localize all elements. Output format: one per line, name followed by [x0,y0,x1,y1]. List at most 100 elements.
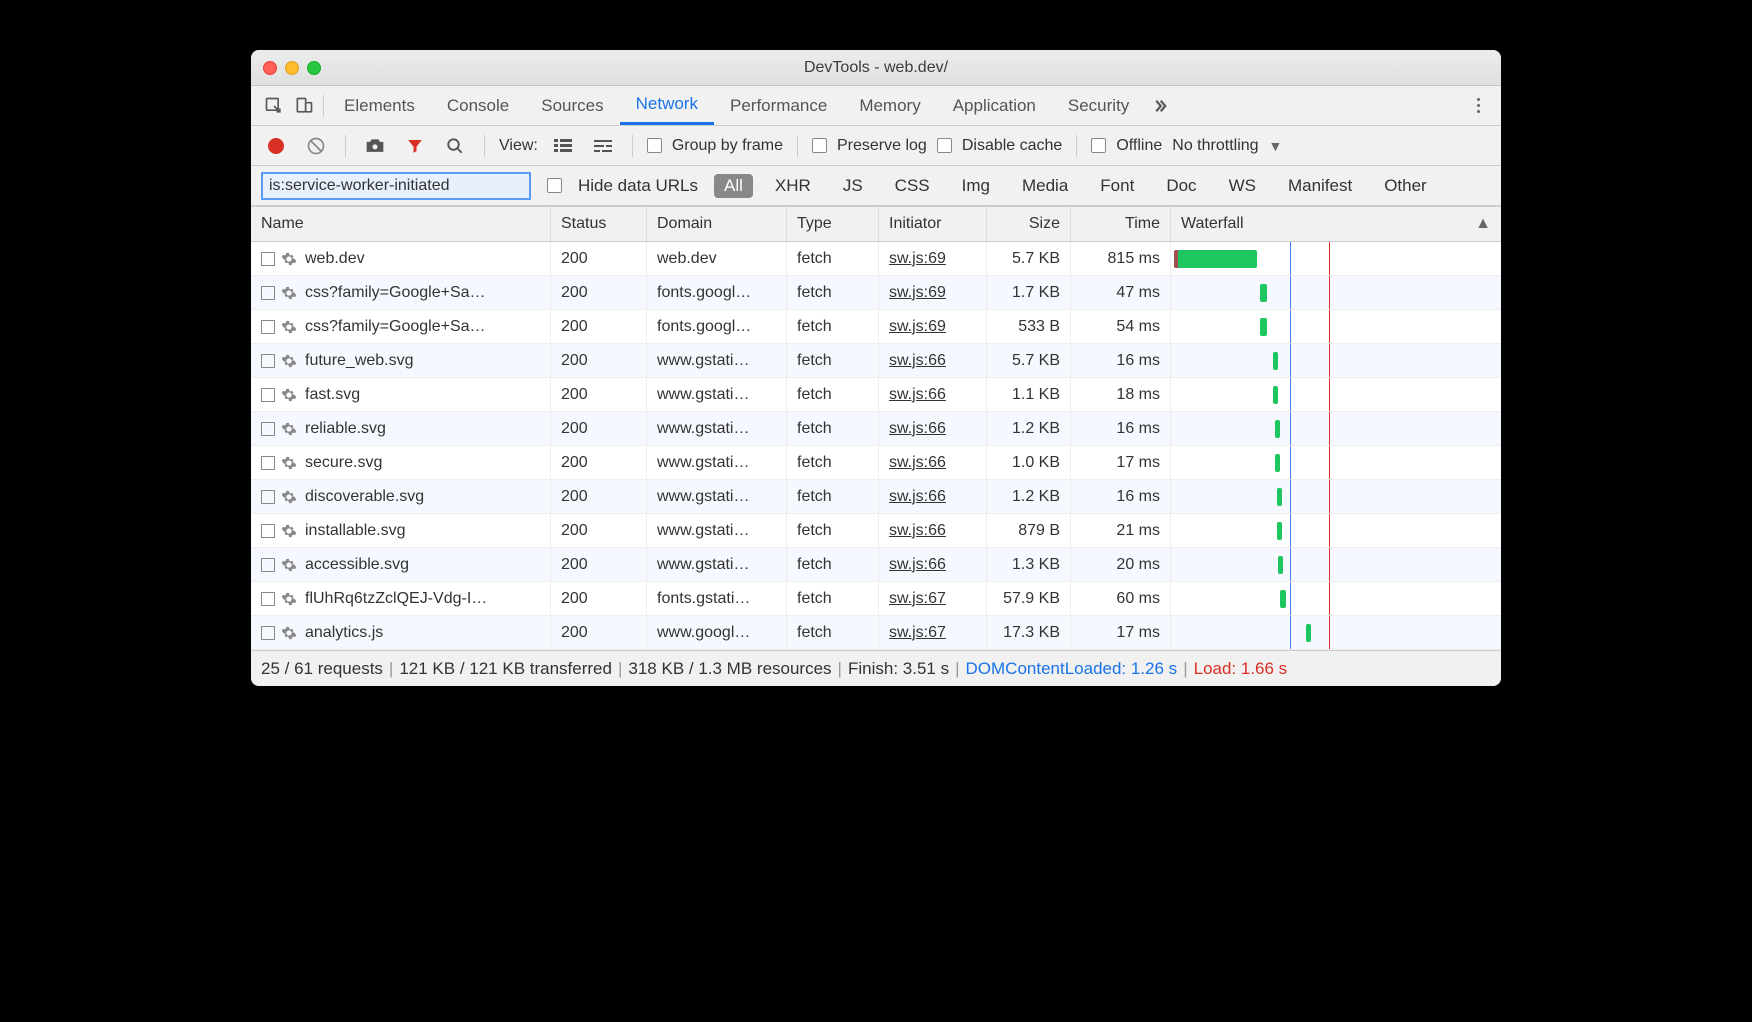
table-row[interactable]: discoverable.svg200www.gstati…fetchsw.js… [251,480,1501,514]
request-type: fetch [787,446,879,479]
filter-type-doc[interactable]: Doc [1156,174,1206,198]
tab-application[interactable]: Application [937,86,1052,125]
disable-cache-checkbox[interactable] [937,138,952,153]
record-button[interactable] [261,131,291,161]
kebab-menu-icon[interactable] [1463,91,1493,121]
waterfall-cell [1171,582,1501,615]
request-size: 1.1 KB [987,378,1071,411]
column-type[interactable]: Type [787,207,879,241]
row-checkbox[interactable] [261,592,275,606]
filter-type-manifest[interactable]: Manifest [1278,174,1362,198]
more-tabs-icon[interactable] [1145,91,1175,121]
initiator-link[interactable]: sw.js:66 [889,522,946,540]
table-row[interactable]: css?family=Google+Sa…200fonts.googl…fetc… [251,276,1501,310]
row-checkbox[interactable] [261,456,275,470]
row-checkbox[interactable] [261,626,275,640]
initiator-link[interactable]: sw.js:67 [889,590,946,608]
initiator-link[interactable]: sw.js:66 [889,454,946,472]
row-checkbox[interactable] [261,490,275,504]
filter-type-js[interactable]: JS [833,174,873,198]
filter-type-all[interactable]: All [714,174,753,198]
clear-button[interactable] [301,131,331,161]
row-checkbox[interactable] [261,558,275,572]
filter-type-other[interactable]: Other [1374,174,1437,198]
column-size[interactable]: Size [987,207,1071,241]
initiator-link[interactable]: sw.js:67 [889,624,946,642]
table-row[interactable]: fast.svg200www.gstati…fetchsw.js:661.1 K… [251,378,1501,412]
tab-memory[interactable]: Memory [843,86,936,125]
initiator-link[interactable]: sw.js:69 [889,250,946,268]
initiator-link[interactable]: sw.js:66 [889,386,946,404]
request-name: accessible.svg [305,556,409,574]
filter-type-css[interactable]: CSS [885,174,940,198]
throttling-select[interactable]: No throttling [1172,137,1258,155]
tab-sources[interactable]: Sources [525,86,619,125]
request-time: 47 ms [1071,276,1171,309]
gear-icon [281,319,297,335]
filter-type-img[interactable]: Img [952,174,1000,198]
filter-type-xhr[interactable]: XHR [765,174,821,198]
request-status: 200 [551,310,647,343]
row-checkbox[interactable] [261,422,275,436]
overview-icon[interactable] [588,131,618,161]
capture-screenshots-icon[interactable] [360,131,390,161]
filter-type-font[interactable]: Font [1090,174,1144,198]
initiator-link[interactable]: sw.js:69 [889,318,946,336]
request-size: 533 B [987,310,1071,343]
tab-security[interactable]: Security [1052,86,1145,125]
hide-data-urls-checkbox[interactable] [547,178,562,193]
waterfall-cell [1171,344,1501,377]
filter-bar: Hide data URLs AllXHRJSCSSImgMediaFontDo… [251,166,1501,206]
initiator-link[interactable]: sw.js:66 [889,352,946,370]
column-name[interactable]: Name [251,207,551,241]
column-time[interactable]: Time [1071,207,1171,241]
filter-input[interactable] [261,172,531,200]
tab-console[interactable]: Console [431,86,525,125]
filter-type-ws[interactable]: WS [1219,174,1266,198]
table-row[interactable]: reliable.svg200www.gstati…fetchsw.js:661… [251,412,1501,446]
titlebar: DevTools - web.dev/ [251,50,1501,86]
throttling-chevron-icon[interactable]: ▼ [1269,138,1283,154]
tab-network[interactable]: Network [620,86,714,125]
table-row[interactable]: css?family=Google+Sa…200fonts.googl…fetc… [251,310,1501,344]
request-status: 200 [551,616,647,649]
request-time: 20 ms [1071,548,1171,581]
row-checkbox[interactable] [261,320,275,334]
tab-performance[interactable]: Performance [714,86,843,125]
filter-icon[interactable] [400,131,430,161]
device-mode-icon[interactable] [289,91,319,121]
initiator-link[interactable]: sw.js:66 [889,556,946,574]
large-rows-icon[interactable] [548,131,578,161]
initiator-link[interactable]: sw.js:69 [889,284,946,302]
table-row[interactable]: future_web.svg200www.gstati…fetchsw.js:6… [251,344,1501,378]
table-row[interactable]: accessible.svg200www.gstati…fetchsw.js:6… [251,548,1501,582]
table-row[interactable]: flUhRq6tzZclQEJ-Vdg-I…200fonts.gstati…fe… [251,582,1501,616]
row-checkbox[interactable] [261,388,275,402]
initiator-link[interactable]: sw.js:66 [889,488,946,506]
table-row[interactable]: analytics.js200www.googl…fetchsw.js:6717… [251,616,1501,650]
request-status: 200 [551,446,647,479]
filter-type-media[interactable]: Media [1012,174,1078,198]
inspect-element-icon[interactable] [259,91,289,121]
row-checkbox[interactable] [261,354,275,368]
column-initiator[interactable]: Initiator [879,207,987,241]
group-by-frame-checkbox[interactable] [647,138,662,153]
request-domain: fonts.gstati… [647,582,787,615]
column-status[interactable]: Status [551,207,647,241]
request-domain: www.gstati… [647,344,787,377]
table-row[interactable]: secure.svg200www.gstati…fetchsw.js:661.0… [251,446,1501,480]
column-waterfall[interactable]: Waterfall▲ [1171,207,1501,241]
row-checkbox[interactable] [261,252,275,266]
network-toolbar: View: Group by frame Preserve log Disabl… [251,126,1501,166]
table-row[interactable]: web.dev200web.devfetchsw.js:695.7 KB815 … [251,242,1501,276]
request-type: fetch [787,582,879,615]
initiator-link[interactable]: sw.js:66 [889,420,946,438]
column-domain[interactable]: Domain [647,207,787,241]
search-icon[interactable] [440,131,470,161]
tab-elements[interactable]: Elements [328,86,431,125]
row-checkbox[interactable] [261,524,275,538]
row-checkbox[interactable] [261,286,275,300]
preserve-log-checkbox[interactable] [812,138,827,153]
table-row[interactable]: installable.svg200www.gstati…fetchsw.js:… [251,514,1501,548]
offline-checkbox[interactable] [1091,138,1106,153]
